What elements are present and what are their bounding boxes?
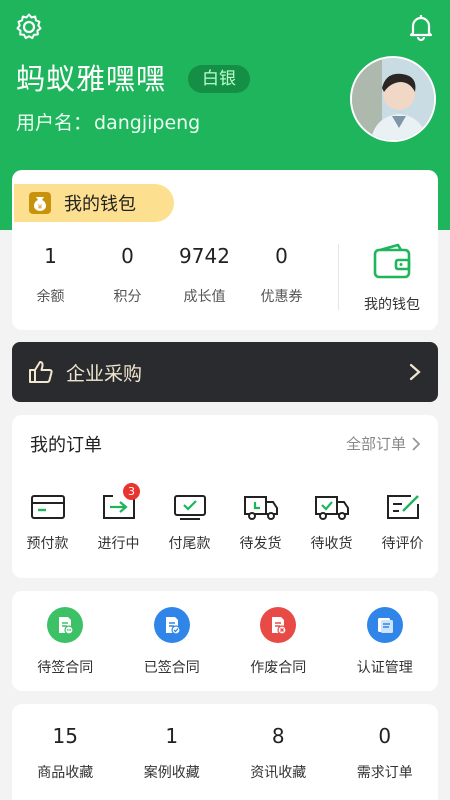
wallet-tag[interactable]: ¥ 我的钱包 [14, 184, 174, 222]
contract-label: 待签合同 [37, 660, 94, 676]
wallet-icon [373, 243, 411, 279]
divider [338, 244, 339, 310]
settings-gear-icon[interactable] [14, 12, 44, 42]
wallet-stats: 1 余额 0 积分 9742 成长值 0 优惠券 [12, 244, 332, 306]
order-prepayment[interactable]: 预付款 [12, 491, 83, 553]
document-pending-icon [59, 617, 74, 635]
edit-icon [386, 495, 419, 519]
truck-check-icon [314, 496, 349, 520]
fav-label: 需求订单 [356, 765, 413, 781]
order-label: 待收货 [310, 536, 353, 552]
pending-contracts[interactable]: 待签合同 [12, 607, 119, 677]
thumbs-up-icon [29, 361, 53, 383]
stat-label: 积分 [113, 289, 142, 305]
contract-row: 待签合同 已签合同 作废合同 认证管理 [12, 607, 438, 677]
stat-points[interactable]: 0 积分 [89, 244, 166, 306]
demand-orders[interactable]: 0 需求订单 [332, 724, 439, 782]
wallet-tag-label: 我的钱包 [64, 194, 136, 215]
order-label: 预付款 [26, 536, 69, 552]
signed-contracts[interactable]: 已签合同 [119, 607, 226, 677]
contract-label: 作废合同 [250, 660, 307, 676]
order-label: 付尾款 [168, 536, 211, 552]
stat-value: 1 [44, 244, 57, 268]
stat-value: 0 [121, 244, 134, 268]
my-wallet-label: 我的钱包 [364, 297, 420, 313]
stat-label: 成长值 [183, 289, 226, 305]
document-signed-icon [165, 617, 181, 635]
contract-label: 已签合同 [143, 660, 200, 676]
fav-products[interactable]: 15 商品收藏 [12, 724, 119, 782]
certificate-icon [377, 618, 393, 633]
member-level-badge: 白银 [188, 65, 250, 93]
fav-label: 商品收藏 [37, 765, 94, 781]
order-status-row: 预付款 3 进行中 付尾款 待发货 待收货 待评价 [12, 483, 438, 553]
chevron-right-icon [412, 436, 421, 451]
stat-label: 优惠券 [260, 289, 303, 305]
contract-label: 认证管理 [356, 660, 413, 676]
stat-label: 余额 [36, 289, 65, 305]
stat-value: 0 [275, 244, 288, 268]
stat-balance[interactable]: 1 余额 [12, 244, 89, 306]
fav-count: 1 [165, 724, 179, 748]
fav-count: 8 [271, 724, 285, 748]
fav-news[interactable]: 8 资讯收藏 [225, 724, 332, 782]
all-orders-label: 全部订单 [345, 435, 406, 453]
order-label: 待评价 [381, 536, 424, 552]
wallet-card: ¥ 我的钱包 1 余额 0 积分 9742 成长值 0 优惠券 我的钱包 [12, 170, 438, 330]
document-void-icon [272, 617, 287, 635]
check-screen-icon [173, 495, 206, 520]
stat-coupons[interactable]: 0 优惠券 [243, 244, 320, 306]
svg-text:¥: ¥ [38, 203, 43, 211]
account-info: 用户名： dangjipeng [16, 108, 200, 135]
all-orders-link[interactable]: 全部订单 [346, 433, 422, 454]
order-final-payment[interactable]: 付尾款 [154, 491, 225, 553]
fav-label: 案例收藏 [143, 765, 200, 781]
notification-bell-icon[interactable] [406, 12, 436, 42]
my-wallet-button[interactable]: 我的钱包 [352, 242, 432, 314]
order-label: 进行中 [97, 536, 140, 552]
orders-title: 我的订单 [30, 435, 102, 456]
truck-icon [243, 496, 278, 520]
fav-cases[interactable]: 1 案例收藏 [119, 724, 226, 782]
stat-growth[interactable]: 9742 成长值 [166, 244, 243, 306]
enterprise-purchase-label: 企业采购 [66, 362, 143, 385]
order-in-progress[interactable]: 3 进行中 [83, 483, 154, 553]
fav-count: 0 [378, 724, 392, 748]
account-label: 用户名： [16, 112, 93, 134]
card-icon [30, 495, 65, 519]
fav-label: 资讯收藏 [250, 765, 307, 781]
stat-value: 9742 [179, 244, 230, 268]
fav-count: 15 [52, 724, 78, 748]
order-to-ship[interactable]: 待发货 [225, 491, 296, 553]
username: 蚂蚁雅嘿嘿 [16, 62, 167, 96]
favorites-card: 15 商品收藏 1 案例收藏 8 资讯收藏 0 需求订单 [12, 704, 438, 800]
my-orders-card: 我的订单 全部订单 预付款 3 进行中 付尾款 待发货 待收货 待评价 [12, 415, 438, 578]
order-label: 待发货 [239, 536, 282, 552]
order-to-receive[interactable]: 待收货 [296, 491, 367, 553]
certification-management[interactable]: 认证管理 [332, 607, 439, 677]
chevron-right-icon [409, 363, 421, 381]
account-value: dangjipeng [94, 112, 201, 134]
favorites-row: 15 商品收藏 1 案例收藏 8 资讯收藏 0 需求订单 [12, 724, 438, 782]
contracts-card: 待签合同 已签合同 作废合同 认证管理 [12, 591, 438, 691]
order-count-badge: 3 [123, 483, 140, 500]
void-contracts[interactable]: 作废合同 [225, 607, 332, 677]
order-to-review[interactable]: 待评价 [367, 491, 438, 553]
avatar[interactable] [350, 56, 436, 142]
money-bag-icon: ¥ [29, 192, 51, 214]
enterprise-purchase-bar[interactable]: 企业采购 [12, 342, 438, 402]
